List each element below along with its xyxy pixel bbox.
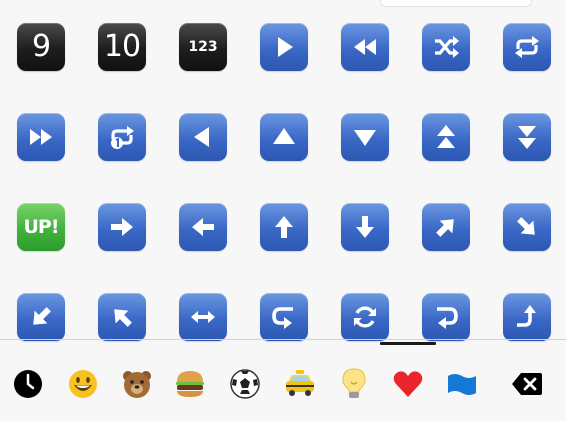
input-numbers-label: 123 — [188, 39, 218, 55]
arrow-right-icon — [111, 218, 133, 236]
category-bar — [0, 350, 566, 421]
up-button-key[interactable]: UP! — [17, 203, 65, 251]
top-panel-edge — [380, 0, 532, 7]
play-icon — [278, 37, 293, 57]
right-curving-up-key[interactable] — [503, 293, 551, 341]
keycap-9-key[interactable]: 9 — [17, 23, 65, 71]
down-triangle-key[interactable] — [341, 113, 389, 161]
refresh-key[interactable] — [341, 293, 389, 341]
shuffle-key[interactable] — [422, 23, 470, 71]
fast-forward-icon — [30, 129, 52, 145]
fast-forward-key[interactable] — [17, 113, 65, 161]
down-arrow-key[interactable] — [341, 203, 389, 251]
up-triangle-icon — [273, 128, 295, 144]
right-curving-left-key[interactable] — [260, 293, 308, 341]
category-divider — [0, 339, 566, 340]
reverse-key[interactable] — [179, 113, 227, 161]
bear-face-icon — [123, 371, 151, 398]
category-flags[interactable] — [442, 364, 482, 404]
fast-up-icon — [437, 125, 455, 148]
clock-icon — [14, 370, 42, 398]
arrow-up-icon — [275, 216, 293, 238]
fast-reverse-icon — [354, 39, 376, 55]
arrow-down-left-icon — [33, 307, 51, 325]
arrow-up-right-icon — [436, 219, 454, 237]
arrow-down-icon — [356, 216, 374, 238]
taxi-icon — [286, 370, 314, 396]
emoji-grid: 9 10 123 UP! — [17, 23, 551, 341]
arrow-left-right-icon — [191, 311, 215, 323]
left-arrow-key[interactable] — [179, 203, 227, 251]
up-arrow-key[interactable] — [260, 203, 308, 251]
hamburger-icon — [176, 371, 204, 397]
category-travel[interactable] — [280, 364, 320, 404]
right-arrow-key[interactable] — [98, 203, 146, 251]
heart-icon — [393, 371, 423, 397]
right-arrow-curving-up-icon — [517, 305, 536, 327]
shuffle-icon — [435, 36, 459, 58]
backspace-icon — [512, 373, 542, 395]
category-animals[interactable] — [117, 364, 157, 404]
delete-button[interactable] — [507, 364, 547, 404]
smiley-face-icon — [69, 370, 97, 398]
category-smileys[interactable] — [63, 364, 103, 404]
anticlockwise-arrows-icon — [354, 306, 376, 328]
category-food[interactable] — [170, 364, 210, 404]
soccer-ball-icon — [230, 369, 260, 399]
up-triangle-key[interactable] — [260, 113, 308, 161]
fast-down-icon — [518, 126, 536, 149]
repeat-single-key[interactable] — [98, 113, 146, 161]
light-bulb-icon — [342, 368, 366, 398]
arrow-left-icon — [192, 218, 214, 236]
right-arrow-curving-left-icon — [272, 307, 293, 329]
down-right-arrow-key[interactable] — [503, 203, 551, 251]
fast-down-key[interactable] — [503, 113, 551, 161]
page-indicator — [380, 342, 436, 345]
category-objects[interactable] — [334, 364, 374, 404]
flag-icon — [448, 374, 476, 395]
reverse-icon — [194, 127, 209, 147]
repeat-key[interactable] — [503, 23, 551, 71]
up-right-arrow-key[interactable] — [422, 203, 470, 251]
repeat-icon — [515, 36, 539, 58]
keycap-9-label: 9 — [31, 29, 51, 64]
left-arrow-curving-right-icon — [437, 307, 458, 329]
category-activity[interactable] — [225, 364, 265, 404]
arrow-down-right-icon — [517, 217, 535, 235]
category-symbols[interactable] — [388, 364, 428, 404]
fast-reverse-key[interactable] — [341, 23, 389, 71]
down-left-arrow-key[interactable] — [17, 293, 65, 341]
keycap-10-key[interactable]: 10 — [98, 23, 146, 71]
play-button-key[interactable] — [260, 23, 308, 71]
keycap-10-label: 10 — [103, 29, 141, 64]
up-button-label: UP! — [23, 215, 59, 238]
left-right-arrow-key[interactable] — [179, 293, 227, 341]
category-recent[interactable] — [8, 364, 48, 404]
down-triangle-icon — [354, 130, 376, 146]
fast-up-key[interactable] — [422, 113, 470, 161]
arrow-up-left-icon — [114, 309, 132, 327]
left-curving-right-key[interactable] — [422, 293, 470, 341]
repeat-single-icon — [111, 126, 134, 149]
input-numbers-key[interactable]: 123 — [179, 23, 227, 71]
up-left-arrow-key[interactable] — [98, 293, 146, 341]
